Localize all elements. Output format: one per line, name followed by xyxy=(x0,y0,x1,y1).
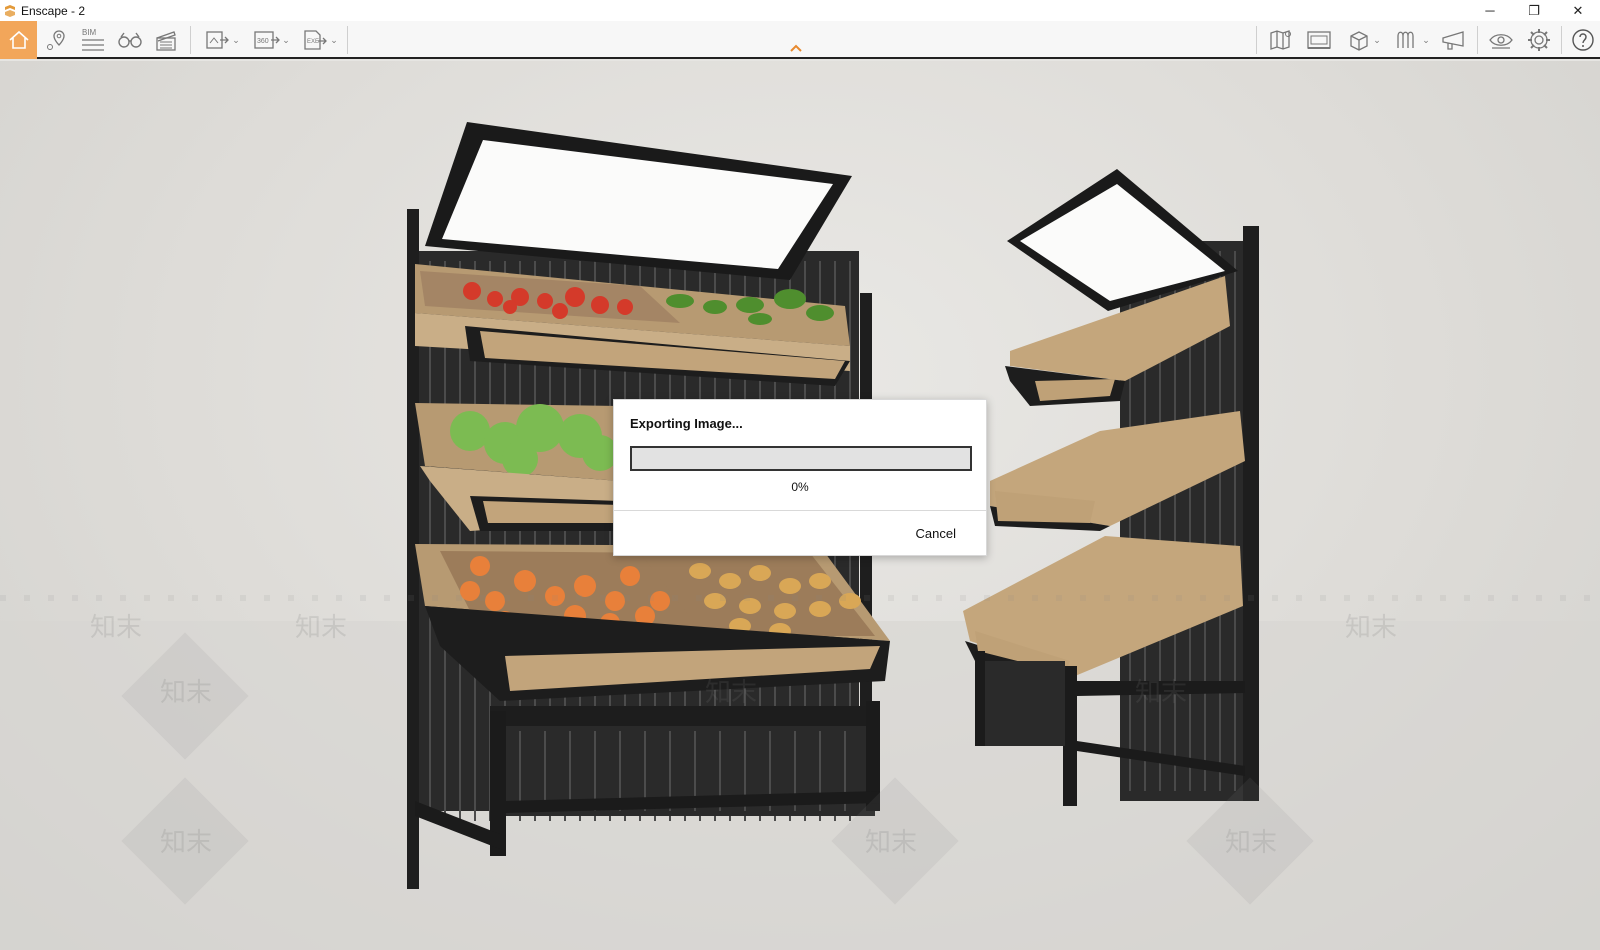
map-button[interactable] xyxy=(1266,21,1296,59)
visual-settings-button[interactable] xyxy=(1486,21,1516,59)
feedback-icon xyxy=(1442,31,1464,50)
panorama-360-label: 360 xyxy=(257,38,269,45)
asset-library-icon xyxy=(1307,31,1331,49)
panorama-export-button[interactable]: 360 ⌄ xyxy=(248,21,294,59)
help-button[interactable] xyxy=(1568,21,1598,59)
chevron-down-icon[interactable]: ⌄ xyxy=(282,35,290,46)
watermark-text: 知末 xyxy=(90,613,142,643)
clapperboard-icon xyxy=(156,31,176,51)
bim-label: BIM xyxy=(82,28,97,37)
panorama-360-export-icon: 360 xyxy=(254,31,281,49)
dialog-divider xyxy=(614,510,986,511)
walk-mode-button[interactable] xyxy=(116,21,144,59)
material-editor-button[interactable]: ⌄ xyxy=(1390,21,1434,59)
exe-export-button[interactable]: EXE ⌄ xyxy=(297,21,343,59)
chevron-down-icon[interactable]: ⌄ xyxy=(330,35,338,46)
binoculars-icon xyxy=(118,32,142,48)
settings-gear-icon xyxy=(1528,29,1550,51)
toolbar: BIM ⌄ 360 ⌄ EXE ⌄ ⌄ ⌄ xyxy=(0,21,1600,59)
export-progress-dialog: Exporting Image... 0% Cancel xyxy=(613,399,987,556)
enscape-logo-icon xyxy=(5,4,15,17)
watermark-text: 知末 xyxy=(1345,613,1397,643)
render-image-button[interactable]: ⌄ xyxy=(199,21,245,59)
chevron-down-icon[interactable]: ⌄ xyxy=(1373,35,1381,46)
minimize-button[interactable]: ─ xyxy=(1468,0,1512,21)
watermark-text: 知末 xyxy=(865,828,917,858)
help-icon xyxy=(1572,29,1594,51)
close-button[interactable]: ✕ xyxy=(1556,0,1600,21)
chevron-down-icon[interactable]: ⌄ xyxy=(1422,35,1430,46)
watermark-text: 知末 xyxy=(1135,678,1187,708)
progress-bar xyxy=(630,446,972,471)
view-mode-button[interactable]: ⌄ xyxy=(1342,21,1386,59)
home-icon xyxy=(8,30,29,49)
views-button[interactable] xyxy=(43,21,71,59)
watermark-text: 知末 xyxy=(295,613,347,643)
settings-button[interactable] xyxy=(1524,21,1554,59)
material-icon xyxy=(1397,31,1414,48)
bim-button[interactable]: BIM xyxy=(79,21,107,59)
restore-button[interactable]: ❐ xyxy=(1512,0,1556,21)
cube-view-icon xyxy=(1350,31,1368,51)
window-title: Enscape - 2 xyxy=(21,3,86,18)
cancel-button[interactable]: Cancel xyxy=(916,526,956,541)
asset-library-button[interactable] xyxy=(1304,21,1334,59)
exe-export-icon: EXE xyxy=(304,30,328,50)
progress-percent: 0% xyxy=(791,480,809,494)
feedback-button[interactable] xyxy=(1438,21,1468,59)
watermark-text: 知末 xyxy=(160,828,212,858)
visibility-eye-icon xyxy=(1489,34,1513,49)
bim-icon: BIM xyxy=(82,28,104,51)
collapse-toolbar-chevron-icon[interactable] xyxy=(789,43,803,53)
watermark-text: 知末 xyxy=(705,678,757,708)
watermark-text: 知末 xyxy=(160,678,212,708)
location-pin-icon xyxy=(47,30,65,50)
render-export-icon xyxy=(206,31,230,49)
map-icon xyxy=(1270,30,1291,50)
title-bar: Enscape - 2 ─ ❐ ✕ xyxy=(0,0,1600,21)
dialog-title: Exporting Image... xyxy=(630,416,743,431)
video-editor-button[interactable] xyxy=(152,21,180,59)
chevron-down-icon[interactable]: ⌄ xyxy=(232,35,240,46)
watermark-text: 知末 xyxy=(1225,828,1277,858)
home-button[interactable] xyxy=(0,21,37,59)
exe-label: EXE xyxy=(307,39,319,45)
